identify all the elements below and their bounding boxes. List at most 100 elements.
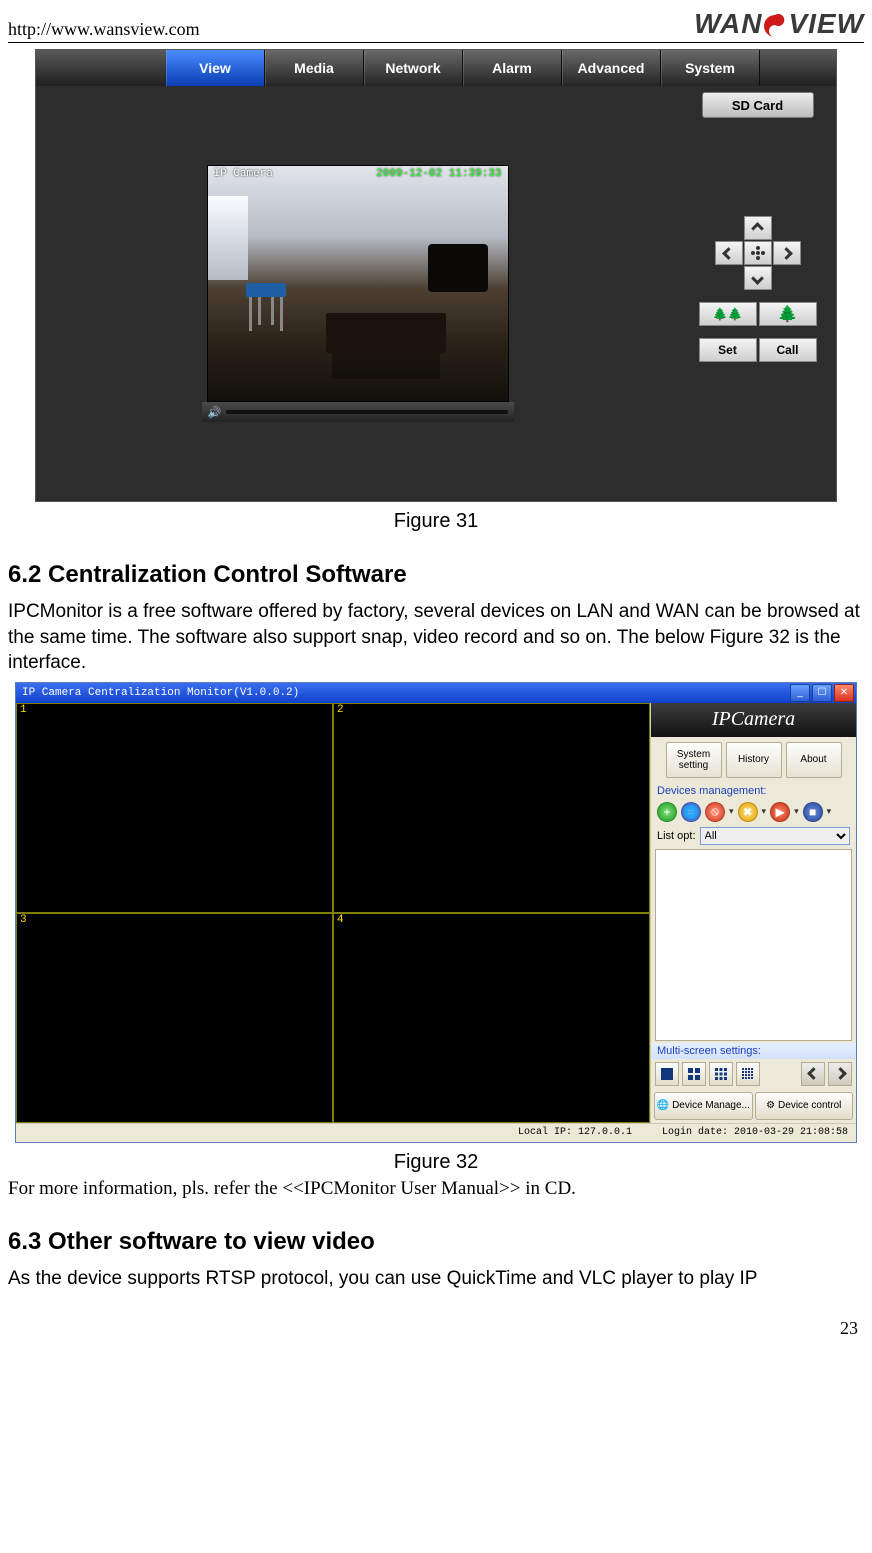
- grid-9-button[interactable]: [709, 1062, 733, 1086]
- camui-controls: SD Card 🌲🌲 🌲 Set Call: [679, 86, 836, 501]
- close-button[interactable]: ✕: [834, 684, 854, 702]
- sd-card-button[interactable]: SD Card: [702, 92, 814, 118]
- figure-32-note: For more information, pls. refer the <<I…: [8, 1178, 864, 1200]
- grid-cell-2[interactable]: 2: [333, 703, 650, 913]
- figure-32-caption: Figure 32: [8, 1151, 864, 1174]
- chevron-down-icon: [751, 272, 764, 285]
- tab-advanced[interactable]: Advanced: [562, 50, 661, 86]
- chevron-left-icon: [807, 1068, 820, 1081]
- grid-16-button[interactable]: [736, 1062, 760, 1086]
- caret-icon: ▾: [794, 806, 799, 817]
- ptz-left-button[interactable]: [715, 241, 743, 265]
- grid-4-button[interactable]: [682, 1062, 706, 1086]
- history-button[interactable]: History: [726, 742, 782, 778]
- play-device-icon[interactable]: ▶: [770, 802, 790, 822]
- camui-logo-slot: [36, 50, 166, 86]
- chevron-right-icon: [780, 247, 793, 260]
- osd-timestamp: 2009-12-02 11:39:33: [376, 168, 501, 180]
- devices-management-label: Devices management:: [651, 783, 856, 799]
- delete-device-icon[interactable]: ⦸: [705, 802, 725, 822]
- preset-call-button[interactable]: Call: [759, 338, 817, 362]
- side-bottom-tabs: 🌐Device Manage... ⚙Device control: [651, 1089, 856, 1123]
- stop-device-icon[interactable]: ■: [803, 802, 823, 822]
- grid-cell-1[interactable]: 1: [16, 703, 333, 913]
- heading-6-3: 6.3 Other software to view video: [8, 1228, 864, 1256]
- ptz-dpad: [715, 216, 801, 290]
- scene-stool: [246, 283, 286, 331]
- ipcmonitor-window: IP Camera Centralization Monitor(V1.0.0.…: [15, 682, 857, 1143]
- zoom-out-button[interactable]: 🌲🌲: [699, 302, 757, 326]
- ipc-button-row: System setting History About: [651, 737, 856, 783]
- para-6-2: IPCMonitor is a free software offered by…: [8, 599, 864, 676]
- minimize-button[interactable]: _: [790, 684, 810, 702]
- ipc-status-bar: Local IP: 127.0.0.1 Login date: 2010-03-…: [16, 1123, 856, 1142]
- multi-screen-label: Multi-screen settings:: [651, 1043, 856, 1059]
- para-6-3: As the device supports RTSP protocol, yo…: [8, 1266, 864, 1292]
- ptz-right-button[interactable]: [773, 241, 801, 265]
- ipc-titlebar: IP Camera Centralization Monitor(V1.0.0.…: [16, 683, 856, 703]
- ipc-side-logo: IPCamera: [651, 703, 856, 737]
- video-preview: IP Camera 2009-12-02 11:39:33: [207, 165, 509, 402]
- ipc-sidebar: IPCamera System setting History About De…: [650, 703, 856, 1123]
- tab-network[interactable]: Network: [364, 50, 463, 86]
- tab-alarm[interactable]: Alarm: [463, 50, 562, 86]
- add-device-icon[interactable]: +: [657, 802, 677, 822]
- page-next-button[interactable]: [828, 1062, 852, 1086]
- search-device-icon[interactable]: 🌐: [681, 802, 701, 822]
- ptz-up-button[interactable]: [744, 216, 772, 240]
- zoom-in-button[interactable]: 🌲: [759, 302, 817, 326]
- volume-track[interactable]: [226, 410, 508, 414]
- speaker-icon[interactable]: 🔊: [208, 406, 220, 418]
- scene-chairs: [428, 244, 488, 292]
- grid-cell-4[interactable]: 4: [333, 913, 650, 1123]
- tab-system[interactable]: System: [661, 50, 760, 86]
- list-opt-select[interactable]: All: [700, 827, 850, 845]
- grid-1-button[interactable]: [655, 1062, 679, 1086]
- playback-bar[interactable]: 🔊: [202, 402, 514, 422]
- list-opt-row: List opt: All: [651, 825, 856, 847]
- chevron-right-icon: [834, 1068, 847, 1081]
- remove-device-icon[interactable]: ✖: [738, 802, 758, 822]
- cell-num: 2: [334, 704, 347, 716]
- caret-icon: ▾: [827, 806, 832, 817]
- heading-6-2: 6.2 Centralization Control Software: [8, 561, 864, 589]
- maximize-button[interactable]: ☐: [812, 684, 832, 702]
- device-manage-tab[interactable]: 🌐Device Manage...: [654, 1092, 753, 1120]
- scene-window: [208, 196, 248, 280]
- camui-preview-area: IP Camera 2009-12-02 11:39:33 🔊: [36, 86, 679, 501]
- page-prev-button[interactable]: [801, 1062, 825, 1086]
- preset-set-button[interactable]: Set: [699, 338, 757, 362]
- wansview-logo: WANVIEW: [694, 8, 864, 40]
- tab-view[interactable]: View: [166, 50, 265, 86]
- about-button[interactable]: About: [786, 742, 842, 778]
- list-opt-label: List opt:: [657, 830, 696, 842]
- ptz-down-button[interactable]: [744, 266, 772, 290]
- grid-layout-buttons: [651, 1059, 856, 1089]
- window-buttons: _ ☐ ✕: [790, 684, 854, 702]
- osd-camera-name: IP Camera: [214, 168, 273, 180]
- header-url: http://www.wansview.com: [8, 19, 200, 40]
- status-login-date: Login date: 2010-03-29 21:08:58: [662, 1127, 848, 1138]
- device-control-tab[interactable]: ⚙Device control: [755, 1092, 854, 1120]
- scene-table: [326, 313, 446, 353]
- globe-icon: 🌐: [657, 1100, 669, 1111]
- chevron-left-icon: [722, 247, 735, 260]
- camera-web-ui: View Media Network Alarm Advanced System…: [35, 49, 837, 502]
- cell-num: 3: [17, 914, 30, 926]
- device-list[interactable]: [655, 849, 852, 1041]
- preset-row: Set Call: [699, 338, 817, 362]
- zoom-row: 🌲🌲 🌲: [699, 302, 817, 326]
- figure-31-caption: Figure 31: [8, 510, 864, 533]
- gear-icon: ⚙: [766, 1100, 775, 1111]
- page-number: 23: [8, 1318, 864, 1339]
- status-local-ip: Local IP: 127.0.0.1: [518, 1127, 632, 1138]
- tab-media[interactable]: Media: [265, 50, 364, 86]
- big-tree-icon: 🌲: [778, 304, 798, 324]
- logo-wan: WAN: [694, 8, 762, 39]
- system-setting-button[interactable]: System setting: [666, 742, 722, 778]
- grid-cell-3[interactable]: 3: [16, 913, 333, 1123]
- cell-num: 4: [334, 914, 347, 926]
- ptz-center-button[interactable]: [744, 241, 772, 265]
- camui-topbar: View Media Network Alarm Advanced System: [36, 50, 836, 86]
- center-dot-icon: [756, 251, 760, 255]
